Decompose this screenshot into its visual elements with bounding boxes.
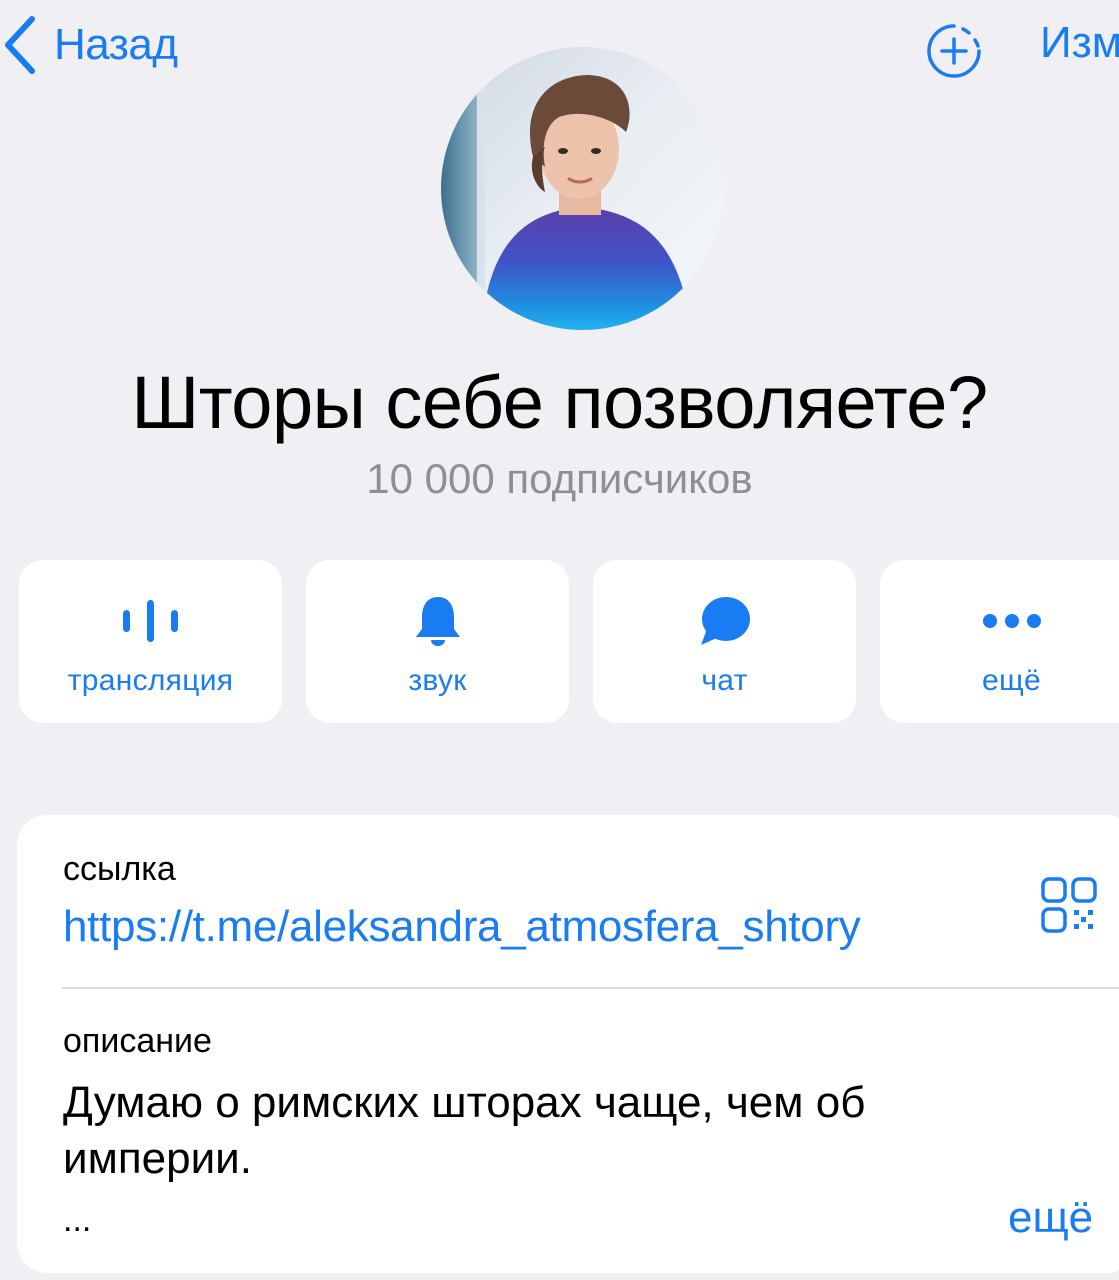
more-dots-icon [982,614,1041,628]
description-section-label: описание [63,1022,212,1060]
channel-description: Думаю о римских шторах чаще, чем об импе… [63,1078,866,1183]
chat-label: чат [701,664,748,697]
back-button[interactable]: Назад [0,10,178,80]
more-actions-button[interactable]: ещё [880,560,1119,723]
bell-icon [415,597,460,646]
live-stream-icon [122,600,178,642]
live-stream-label: трансляция [67,664,234,697]
sound-button[interactable]: звук [306,560,569,723]
chat-bubble-icon [700,597,750,645]
channel-avatar[interactable] [441,47,724,330]
add-plus-icon[interactable] [925,22,983,80]
info-divider [62,987,1119,989]
edit-button[interactable]: Изм [1040,18,1119,68]
avatar-portrait-image [441,47,724,330]
channel-link[interactable]: https://t.me/aleksandra_atmosfera_shtory [63,902,861,952]
chevron-left-icon [5,16,35,74]
chat-button[interactable]: чат [593,560,856,723]
link-section-label: ссылка [63,850,176,888]
channel-title: Шторы себе позволяете? [131,361,988,444]
back-label: Назад [54,20,178,69]
subscriber-count: 10 000 подписчиков [366,455,753,502]
description-more-link[interactable]: ещё [1008,1193,1093,1243]
live-stream-button[interactable]: трансляция [19,560,282,723]
sound-label: звук [408,664,467,697]
qr-code-icon[interactable] [1040,876,1098,934]
description-ellipsis: ... [63,1201,92,1239]
more-actions-label: ещё [982,664,1041,697]
